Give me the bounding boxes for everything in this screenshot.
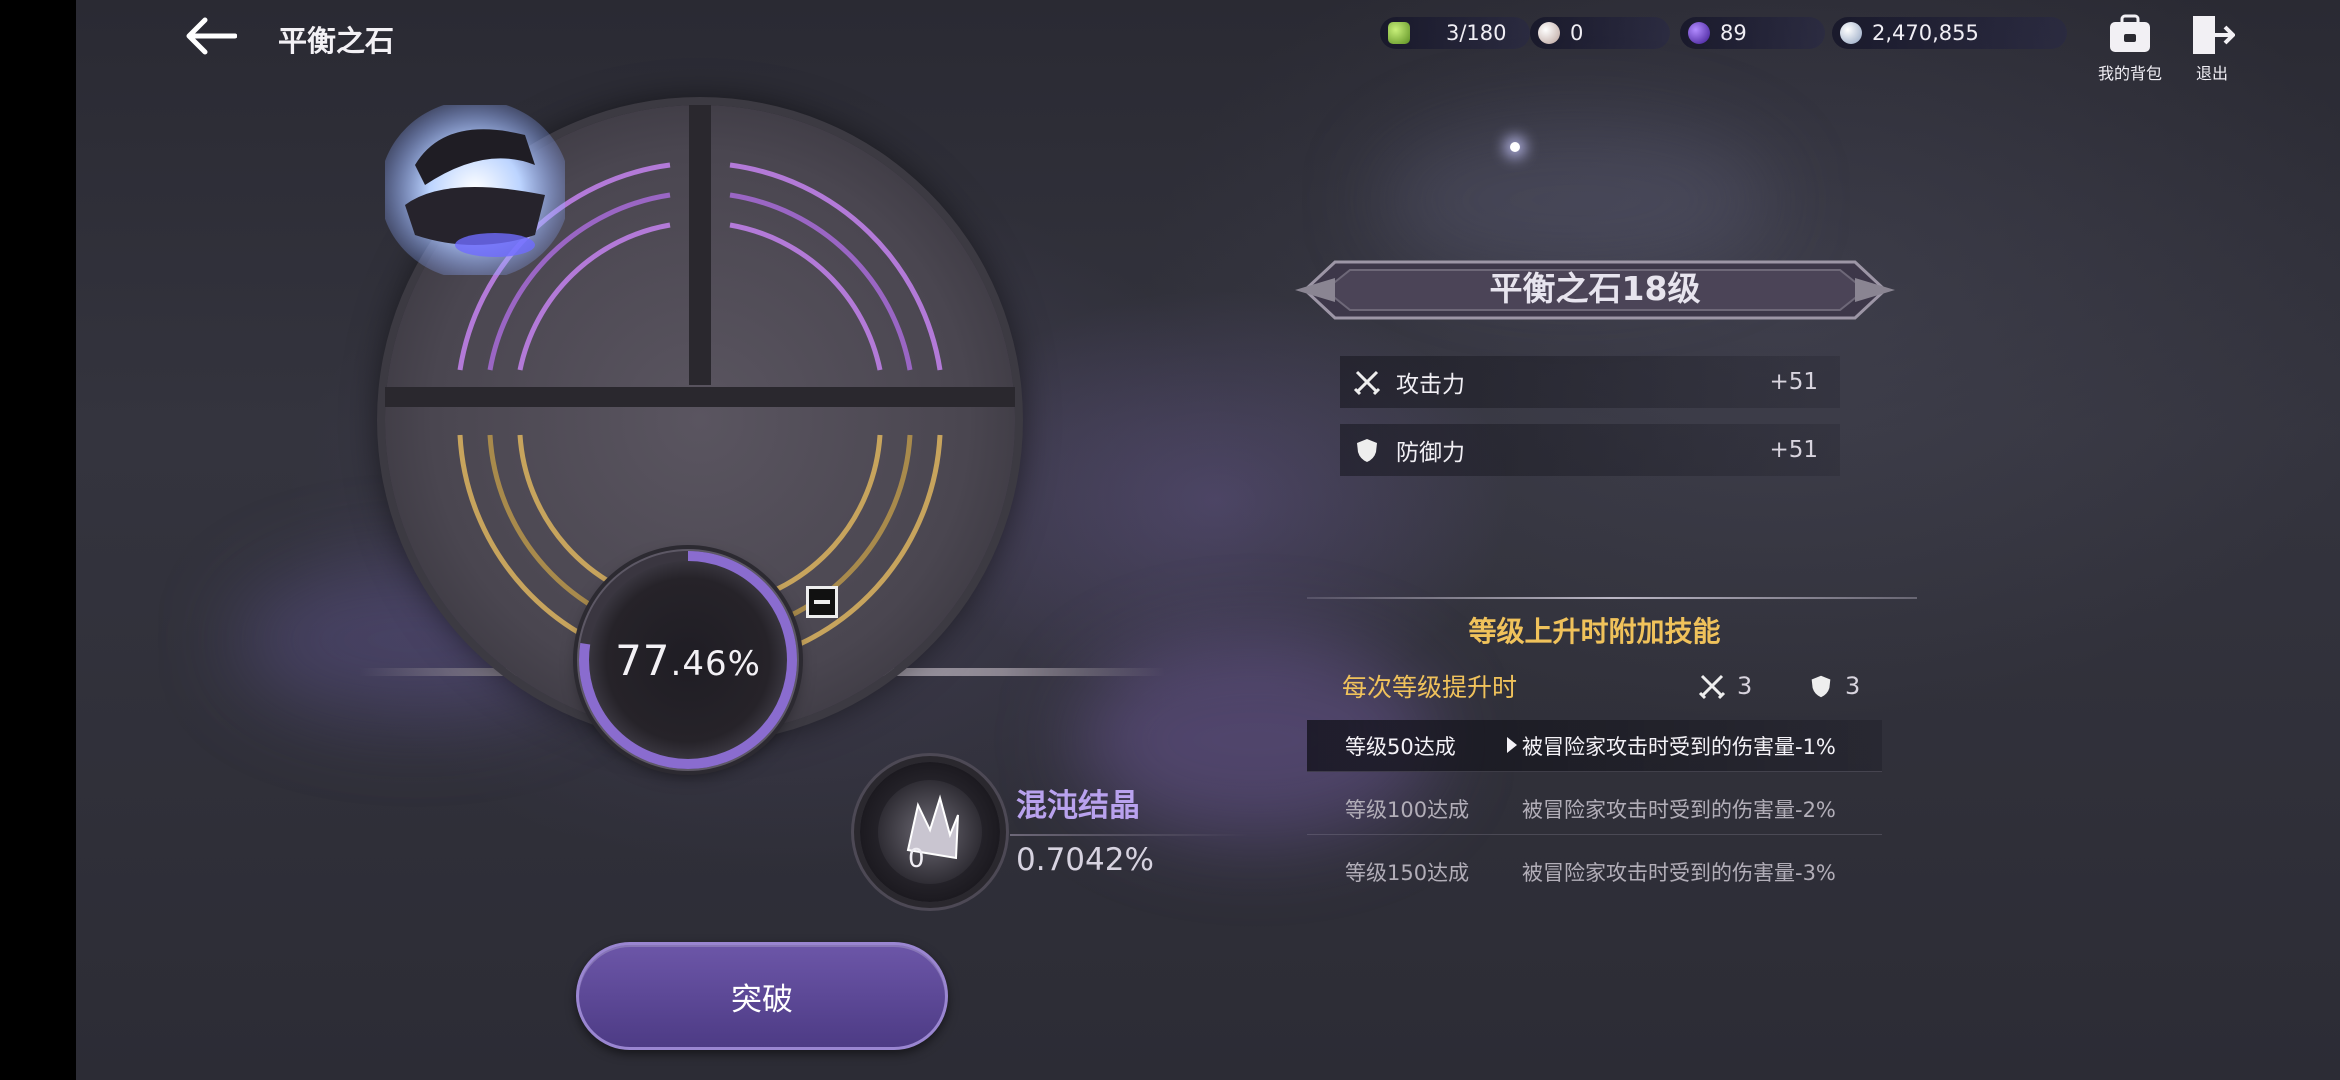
crystal-name: 混沌结晶 bbox=[1016, 788, 1140, 824]
shield-icon bbox=[1811, 675, 1831, 698]
sparkle bbox=[1510, 142, 1520, 152]
level-title: 平衡之石18级 bbox=[1489, 269, 1701, 308]
milestone-row: 等级100达成 被冒险家攻击时受到的伤害量-2% bbox=[1307, 783, 1882, 835]
exit-button[interactable]: 退出 bbox=[2180, 14, 2244, 84]
resource-silver-coin[interactable]: 2,470,855 bbox=[1832, 17, 2067, 49]
purple-orb-icon bbox=[1688, 22, 1710, 44]
minus-button[interactable] bbox=[806, 586, 838, 618]
crystal-divider bbox=[1010, 834, 1250, 836]
exit-icon bbox=[2193, 16, 2235, 54]
bag-icon bbox=[2110, 14, 2150, 52]
per-level-row: 每次等级提升时 3 3 bbox=[1342, 672, 1861, 702]
crystal-shard-icon bbox=[906, 794, 959, 860]
resource-green-stone[interactable]: 3/180 bbox=[1380, 17, 1530, 49]
progress-gauge: 77.46% bbox=[579, 551, 797, 769]
breakthrough-button[interactable]: 突破 bbox=[576, 942, 948, 1050]
stat-row-attack: 攻击力 +51 bbox=[1340, 356, 1840, 408]
section-divider bbox=[1307, 597, 1917, 599]
green-stone-icon bbox=[1388, 22, 1410, 44]
milestone-row: 等级50达成 被冒险家攻击时受到的伤害量-1% bbox=[1307, 720, 1882, 772]
minus-icon bbox=[814, 600, 830, 604]
balance-stone-core bbox=[385, 105, 565, 275]
milestone-row: 等级150达成 被冒险家攻击时受到的伤害量-3% bbox=[1345, 861, 1836, 885]
stat-row-defense: 防御力 +51 bbox=[1340, 424, 1840, 476]
resource-pearl[interactable]: 0 bbox=[1530, 17, 1670, 49]
back-button[interactable] bbox=[176, 10, 246, 62]
chaos-crystal-icon: 0 bbox=[878, 780, 982, 884]
skill-section-title: 等级上升时附加技能 bbox=[1468, 615, 1721, 648]
silver-coin-icon bbox=[1840, 22, 1862, 44]
shield-icon bbox=[1357, 439, 1377, 462]
crystal-rate: 0.7042% bbox=[1016, 842, 1154, 878]
progress-percent: 77.46% bbox=[615, 635, 761, 685]
page-title: 平衡之石 bbox=[278, 24, 395, 58]
play-arrow-icon bbox=[1507, 737, 1517, 753]
arrow-left-icon bbox=[186, 17, 237, 55]
crystal-slot[interactable]: 0 bbox=[860, 762, 1000, 902]
crossed-swords-icon bbox=[1353, 370, 1381, 396]
resource-purple-orb[interactable]: 89 bbox=[1680, 17, 1825, 49]
pearl-icon bbox=[1538, 22, 1560, 44]
crossed-swords-icon bbox=[1698, 674, 1726, 700]
bag-button[interactable]: 我的背包 bbox=[2098, 14, 2162, 84]
